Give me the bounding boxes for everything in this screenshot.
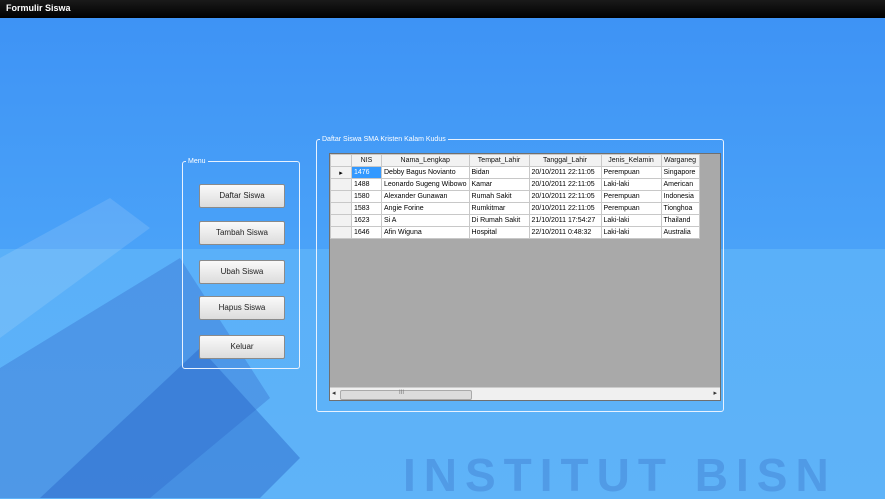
table-row[interactable]: 1646 Afin Wiguna Hospital 22/10/2011 0:4… xyxy=(330,226,700,239)
table-row[interactable]: 1583 Angie Forine Rumkitmar 20/10/2011 2… xyxy=(330,202,700,215)
table-cell[interactable]: 1476 xyxy=(351,166,382,179)
table-cell[interactable]: 1580 xyxy=(351,190,382,203)
table-cell[interactable]: 20/10/2011 22:11:05 xyxy=(528,202,602,215)
hapus-siswa-button[interactable]: Hapus Siswa xyxy=(199,296,285,320)
scroll-grip-icon: III xyxy=(399,390,405,396)
corner-cell[interactable] xyxy=(330,154,352,167)
table-cell[interactable]: Rumah Sakit xyxy=(468,190,530,203)
scroll-right-icon[interactable]: ▸ xyxy=(713,389,717,397)
column-header-nis[interactable]: NIS xyxy=(351,154,382,167)
column-header-jenis[interactable]: Jenis_Kelamin xyxy=(600,154,662,167)
ubah-siswa-button[interactable]: Ubah Siswa xyxy=(199,260,285,284)
table-cell[interactable]: Rumkitmar xyxy=(468,202,530,215)
table-cell[interactable]: Australia xyxy=(660,226,700,239)
row-header[interactable] xyxy=(330,214,352,227)
student-table: NIS Nama_Lengkap Tempat_Lahir Tanggal_La… xyxy=(330,154,700,239)
table-cell[interactable]: Leonardo Sugeng Wibowo xyxy=(381,178,470,191)
row-header[interactable] xyxy=(330,178,352,191)
table-cell[interactable]: Thailand xyxy=(660,214,700,227)
table-cell[interactable]: Alexander Gunawan xyxy=(381,190,470,203)
table-cell[interactable]: Perempuan xyxy=(600,166,662,179)
horizontal-scrollbar[interactable]: ◂ III ▸ xyxy=(330,387,720,400)
student-list-group: Daftar Siswa SMA Kristen Kalam Kudus NIS… xyxy=(316,136,724,412)
table-cell[interactable]: Perempuan xyxy=(600,202,662,215)
table-cell[interactable]: Angie Forine xyxy=(381,202,470,215)
scroll-left-icon[interactable]: ◂ xyxy=(332,389,336,397)
student-data-grid[interactable]: NIS Nama_Lengkap Tempat_Lahir Tanggal_La… xyxy=(329,153,721,401)
table-cell[interactable]: Singapore xyxy=(660,166,700,179)
table-cell[interactable]: Hospital xyxy=(468,226,530,239)
menu-legend: Menu xyxy=(188,158,206,165)
table-row[interactable]: 1488 Leonardo Sugeng Wibowo Kamar 20/10/… xyxy=(330,178,700,191)
table-cell[interactable]: Afin Wiguna xyxy=(381,226,470,239)
student-list-legend: Daftar Siswa SMA Kristen Kalam Kudus xyxy=(322,136,446,143)
row-header[interactable] xyxy=(330,202,352,215)
table-cell[interactable]: 1583 xyxy=(351,202,382,215)
table-cell[interactable]: Perempuan xyxy=(600,190,662,203)
table-cell[interactable]: 1623 xyxy=(351,214,382,227)
scrollbar-thumb[interactable]: III xyxy=(340,390,472,400)
table-cell[interactable]: 1646 xyxy=(351,226,382,239)
daftar-siswa-button[interactable]: Daftar Siswa xyxy=(199,184,285,208)
column-header-nama[interactable]: Nama_Lengkap xyxy=(381,154,470,167)
column-header-tanggal[interactable]: Tanggal_Lahir xyxy=(528,154,602,167)
table-row[interactable]: 1580 Alexander Gunawan Rumah Sakit 20/10… xyxy=(330,190,700,203)
table-cell[interactable]: 22/10/2011 0:48:32 xyxy=(528,226,602,239)
form-client-area: INSTITUT BISN Menu Daftar Siswa Tambah S… xyxy=(0,18,885,499)
table-cell[interactable]: Si A xyxy=(381,214,470,227)
row-header[interactable] xyxy=(330,226,352,239)
menu-group: Menu Daftar Siswa Tambah Siswa Ubah Sisw… xyxy=(182,158,300,369)
table-cell[interactable]: Tionghoa xyxy=(660,202,700,215)
column-header-warganegara[interactable]: Warganeg xyxy=(660,154,700,167)
keluar-button[interactable]: Keluar xyxy=(199,335,285,359)
table-cell[interactable]: 20/10/2011 22:11:05 xyxy=(528,178,602,191)
current-row-indicator-icon[interactable]: ▸ xyxy=(330,166,352,179)
window-title: Formulir Siswa xyxy=(6,3,71,13)
table-cell[interactable]: Laki-laki xyxy=(600,178,662,191)
table-cell[interactable]: Bidan xyxy=(468,166,530,179)
table-cell[interactable]: 21/10/2011 17:54:27 xyxy=(528,214,602,227)
table-cell[interactable]: Laki-laki xyxy=(600,214,662,227)
table-cell[interactable]: 20/10/2011 22:11:05 xyxy=(528,190,602,203)
table-cell[interactable]: Di Rumah Sakit xyxy=(468,214,530,227)
column-header-tempat[interactable]: Tempat_Lahir xyxy=(468,154,530,167)
title-bar: Formulir Siswa xyxy=(0,0,885,18)
table-row[interactable]: 1623 Si A Di Rumah Sakit 21/10/2011 17:5… xyxy=(330,214,700,227)
table-row[interactable]: ▸ 1476 Debby Bagus Novianto Bidan 20/10/… xyxy=(330,166,700,179)
table-cell[interactable]: Laki-laki xyxy=(600,226,662,239)
table-cell[interactable]: Kamar xyxy=(468,178,530,191)
watermark-text: INSTITUT BISN xyxy=(403,449,837,499)
header-row: NIS Nama_Lengkap Tempat_Lahir Tanggal_La… xyxy=(330,154,700,167)
table-cell[interactable]: Debby Bagus Novianto xyxy=(381,166,470,179)
table-cell[interactable]: 1488 xyxy=(351,178,382,191)
table-cell[interactable]: Indonesia xyxy=(660,190,700,203)
tambah-siswa-button[interactable]: Tambah Siswa xyxy=(199,221,285,245)
table-cell[interactable]: American xyxy=(660,178,700,191)
row-header[interactable] xyxy=(330,190,352,203)
table-cell[interactable]: 20/10/2011 22:11:05 xyxy=(528,166,602,179)
